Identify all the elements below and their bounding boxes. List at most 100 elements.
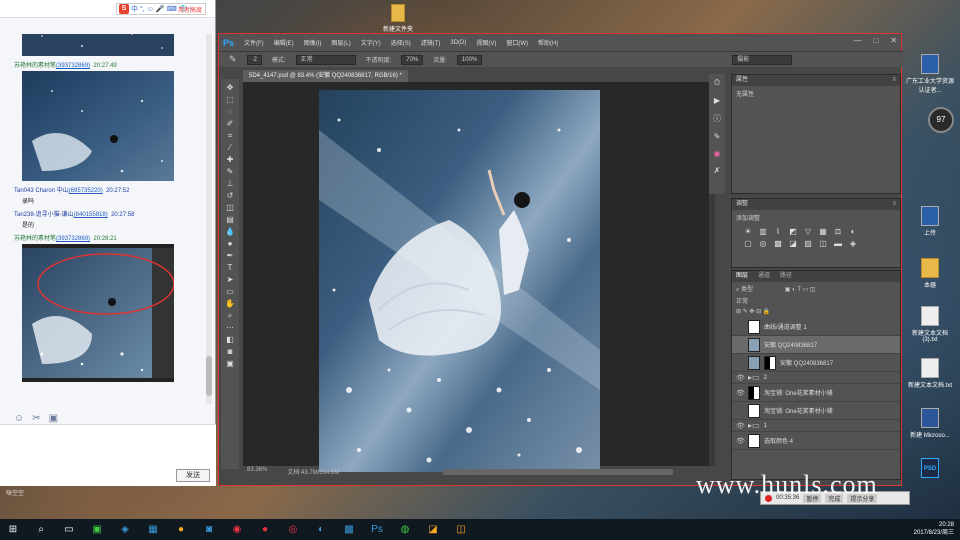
layer-mask-thumbnail[interactable]: [748, 385, 760, 400]
workspace-preset[interactable]: 摄影: [732, 54, 793, 65]
tab-paths[interactable]: 路径: [780, 271, 792, 282]
menu-type[interactable]: 文字(Y): [361, 38, 381, 47]
history-icon[interactable]: ⏱: [714, 78, 720, 88]
invert-icon[interactable]: ◪: [787, 239, 799, 248]
app-icon[interactable]: ●: [258, 523, 272, 537]
windows-start-icon[interactable]: ⊞: [6, 523, 20, 537]
layer-row-selected[interactable]: 安徽 QQ240836817: [732, 336, 900, 354]
menu-select[interactable]: 选择(S): [391, 38, 411, 47]
ps-canvas-area[interactable]: [243, 82, 709, 472]
task-view-icon[interactable]: ▭: [62, 523, 76, 537]
panel-menu-icon[interactable]: ≡: [892, 75, 896, 86]
search-icon[interactable]: ⌕: [34, 523, 48, 537]
desktop-icon[interactable]: 新建文本文档.txt: [906, 358, 954, 389]
info-icon[interactable]: ⓘ: [713, 113, 721, 124]
app-icon[interactable]: ◈: [118, 523, 132, 537]
chat-scrollbar[interactable]: [206, 34, 212, 404]
layer-row[interactable]: 安徽 QQ240836817: [732, 354, 900, 372]
document-tab[interactable]: 5D4_4147.psd @ 83.4% (安徽 QQ240836817, RG…: [243, 70, 408, 82]
send-button[interactable]: 发送: [176, 469, 210, 482]
selective-color-icon[interactable]: ◈: [847, 239, 859, 248]
threshold-icon[interactable]: ◫: [817, 239, 829, 248]
wechat-icon[interactable]: ◍: [398, 523, 412, 537]
brush-size-picker[interactable]: ·2: [246, 54, 262, 65]
history-brush-icon[interactable]: ↺: [227, 191, 234, 201]
hand-tool-icon[interactable]: ✋: [225, 299, 235, 309]
eyedropper-icon[interactable]: ⁄: [229, 143, 230, 153]
app-icon[interactable]: ▦: [146, 523, 160, 537]
more-tools-icon[interactable]: ⋯: [226, 323, 234, 333]
channel-mixer-icon[interactable]: ◎: [757, 239, 769, 248]
lock-icons[interactable]: ⊞ ✎ ✥ ⊟ 🔒: [736, 309, 770, 315]
chat-input-area[interactable]: 发送: [0, 424, 216, 486]
layer-mask-thumbnail[interactable]: [748, 319, 760, 334]
menu-file[interactable]: 文件(F): [244, 38, 264, 47]
maximize-icon[interactable]: □: [873, 36, 878, 45]
ime-item[interactable]: ☺: [147, 6, 154, 13]
tab-channels[interactable]: 通道: [758, 271, 770, 282]
app-icon[interactable]: ▩: [342, 523, 356, 537]
app-icon[interactable]: ◙: [202, 523, 216, 537]
posterize-icon[interactable]: ▨: [802, 239, 814, 248]
layer-mask-thumbnail[interactable]: [764, 355, 776, 370]
desktop-icon[interactable]: 新建 Microso...: [906, 408, 954, 439]
menu-help[interactable]: 帮助(H): [538, 38, 558, 47]
brush-tool-icon[interactable]: ✎: [229, 54, 237, 65]
close-icon[interactable]: ✕: [890, 36, 897, 45]
menu-window[interactable]: 窗口(W): [506, 38, 528, 47]
path-select-icon[interactable]: ➤: [227, 275, 234, 285]
dodge-tool-icon[interactable]: ●: [228, 239, 233, 249]
tools-icon[interactable]: ✗: [714, 166, 721, 175]
ime-item[interactable]: ⌨: [167, 5, 177, 13]
minimize-icon[interactable]: —: [853, 36, 861, 45]
gradient-tool-icon[interactable]: ▤: [226, 215, 234, 225]
blend-mode-select[interactable]: 正常: [736, 299, 748, 305]
brush-tool-icon[interactable]: ✎: [227, 167, 234, 177]
layer-group-row[interactable]: 👁 ▸▭ 2: [732, 372, 900, 384]
scissors-icon[interactable]: ✂: [32, 413, 40, 424]
system-tray[interactable]: 20:28 2017/8/23/周三: [914, 521, 954, 537]
filter-icons[interactable]: ▣ ◐ T ▭ ◫: [785, 287, 816, 293]
menu-filter[interactable]: 滤镜(T): [421, 38, 441, 47]
pen-tool-icon[interactable]: ✒: [227, 251, 234, 261]
marquee-tool-icon[interactable]: ⬚: [226, 95, 234, 105]
ime-item[interactable]: 中: [131, 4, 138, 14]
desktop-icon[interactable]: 广东工业大学资源认证者...: [906, 54, 954, 94]
crop-tool-icon[interactable]: ⌗: [228, 131, 233, 141]
canvas-horizontal-scrollbar[interactable]: [443, 469, 673, 475]
shape-tool-icon[interactable]: ▭: [226, 287, 234, 297]
chat-image[interactable]: [22, 71, 174, 181]
zoom-tool-icon[interactable]: ⌕: [228, 311, 232, 321]
eraser-icon[interactable]: ◫: [226, 203, 234, 213]
move-tool-icon[interactable]: ✥: [227, 83, 234, 93]
eye-icon[interactable]: 👁: [736, 422, 745, 430]
app-icon[interactable]: ◐: [314, 523, 328, 537]
desktop-icon[interactable]: PSD: [906, 458, 954, 480]
layer-mask-thumbnail[interactable]: [748, 433, 760, 448]
menu-view[interactable]: 视图(V): [476, 38, 496, 47]
color-balance-icon[interactable]: ⚖: [832, 227, 844, 236]
app-icon[interactable]: ◫: [454, 523, 468, 537]
vibrance-icon[interactable]: ▽: [802, 227, 814, 236]
healing-brush-icon[interactable]: ✚: [227, 155, 234, 165]
layer-row[interactable]: 👁 选取颜色 4: [732, 432, 900, 450]
eye-icon[interactable]: 👁: [736, 437, 745, 445]
lasso-tool-icon[interactable]: ◌: [228, 107, 233, 117]
brightness-icon[interactable]: ☀: [742, 227, 754, 236]
ime-item[interactable]: 🎤: [156, 5, 165, 13]
properties-title[interactable]: 属性: [736, 77, 748, 83]
layer-group-row[interactable]: 👁 ▸▭ 1: [732, 420, 900, 432]
desktop-icon[interactable]: 上传: [906, 206, 954, 237]
quick-select-icon[interactable]: ✐: [227, 119, 234, 129]
chat-scrollbar-thumb[interactable]: [206, 356, 212, 396]
app-icon[interactable]: ◉: [230, 523, 244, 537]
document-photo[interactable]: [319, 90, 600, 472]
layer-row[interactable]: 曲线/通道调整 1: [732, 318, 900, 336]
menu-image[interactable]: 图像(I): [304, 38, 322, 47]
chat-image[interactable]: [22, 34, 174, 56]
flow-field[interactable]: 100%: [456, 54, 483, 65]
lookup-icon[interactable]: ▩: [772, 239, 784, 248]
brush-panel-icon[interactable]: ✎: [714, 132, 721, 141]
hue-sat-icon[interactable]: ▦: [817, 227, 829, 236]
mode-select[interactable]: 正常: [295, 54, 356, 65]
